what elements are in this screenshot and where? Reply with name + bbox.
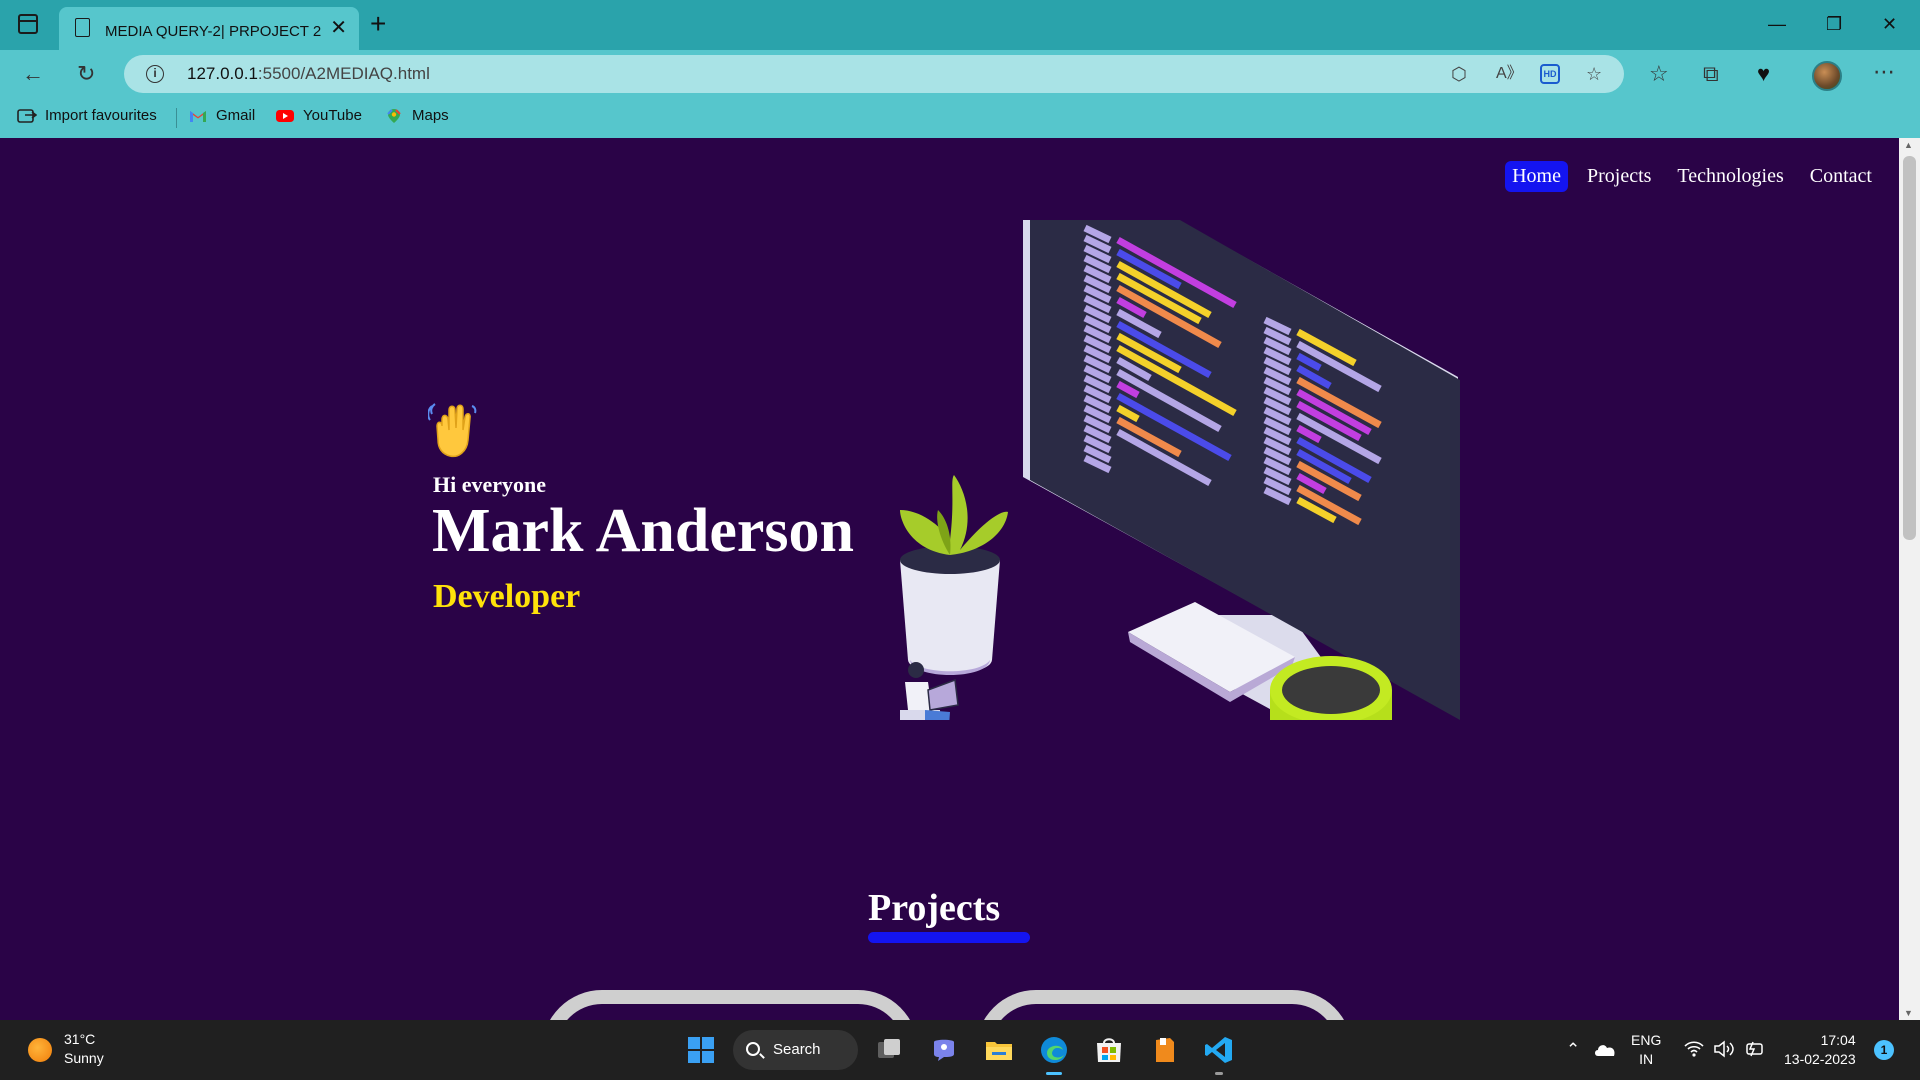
- minimize-icon[interactable]: —: [1768, 8, 1786, 40]
- project-card[interactable]: [976, 990, 1352, 1020]
- temperature: 31°C: [64, 1031, 96, 1047]
- site-nav: Home Projects Technologies Contact: [1505, 161, 1879, 192]
- browser-toolbar: ← ↻ i 127.0.0.1:5500/A2MEDIAQ.html ⬡ A》 …: [0, 50, 1920, 98]
- clock[interactable]: 17:04 13-02-2023: [1784, 1031, 1856, 1069]
- page-icon: [75, 18, 90, 37]
- microsoft-store-icon[interactable]: [1093, 1034, 1125, 1066]
- battery-charging-icon[interactable]: [1743, 1040, 1765, 1058]
- nav-projects[interactable]: Projects: [1580, 161, 1658, 192]
- vscode-icon[interactable]: [1203, 1034, 1235, 1066]
- tab-title: MEDIA QUERY-2| PRPOJECT 2: [105, 23, 322, 40]
- teams-chat-icon[interactable]: [928, 1034, 960, 1066]
- hero-role: Developer: [433, 578, 581, 615]
- new-tab-icon[interactable]: +: [370, 10, 386, 38]
- restore-icon[interactable]: ❐: [1826, 8, 1842, 40]
- close-tab-icon[interactable]: ✕: [330, 17, 347, 39]
- windows-start-icon[interactable]: [685, 1034, 717, 1066]
- project-card[interactable]: [542, 990, 918, 1020]
- projects-heading: Projects: [868, 887, 1001, 929]
- notification-badge[interactable]: 1: [1874, 1040, 1894, 1060]
- clock-date: 13-02-2023: [1784, 1051, 1856, 1067]
- windows-taskbar: 31°C Sunny Search ⌃ ENG IN 17:04 13-02-2…: [0, 1020, 1920, 1080]
- bookmark-youtube[interactable]: YouTube: [275, 98, 362, 134]
- search-icon: [746, 1042, 760, 1056]
- taskbar-search[interactable]: Search: [733, 1030, 858, 1070]
- running-app-indicator: [1215, 1072, 1223, 1075]
- office-app-icon[interactable]: [1148, 1034, 1180, 1066]
- more-options-icon[interactable]: ⋯: [1873, 59, 1895, 85]
- browser-tab[interactable]: MEDIA QUERY-2| PRPOJECT 2 ✕: [59, 7, 359, 50]
- weather-condition: Sunny: [64, 1050, 104, 1066]
- maps-icon: [387, 109, 401, 123]
- sun-icon[interactable]: [28, 1038, 52, 1062]
- bookmarks-divider: [176, 108, 177, 128]
- show-hidden-icons-icon[interactable]: ⌃: [1566, 1040, 1580, 1060]
- task-view-icon[interactable]: [873, 1034, 905, 1066]
- scroll-down-icon[interactable]: ▼: [1904, 1008, 1913, 1018]
- read-aloud-icon[interactable]: A》: [1496, 62, 1523, 86]
- bookmarks-bar: Import favourites Gmail YouTube Maps: [0, 98, 1920, 138]
- weather-widget[interactable]: 31°C Sunny: [64, 1030, 104, 1068]
- url-text[interactable]: 127.0.0.1:5500/A2MEDIAQ.html: [187, 55, 430, 93]
- hero-name: Mark Anderson: [432, 497, 854, 565]
- greeting-text: Hi everyone: [433, 472, 547, 497]
- tab-actions-icon[interactable]: [18, 14, 38, 34]
- bookmark-import-favourites[interactable]: Import favourites: [17, 98, 157, 134]
- nav-home[interactable]: Home: [1505, 161, 1568, 192]
- browser-titlebar: MEDIA QUERY-2| PRPOJECT 2 ✕ + — ❐ ✕: [0, 0, 1920, 50]
- bookmark-gmail[interactable]: Gmail: [188, 98, 255, 134]
- web-page: Home Projects Technologies Contact Hi ev…: [0, 138, 1899, 1020]
- site-info-icon[interactable]: i: [146, 65, 164, 83]
- edge-browser-icon[interactable]: [1038, 1034, 1070, 1066]
- waving-hand-icon: [428, 403, 477, 458]
- bookmark-maps[interactable]: Maps: [384, 98, 449, 134]
- browser-essentials-icon[interactable]: ♥: [1757, 61, 1770, 87]
- gmail-icon: [190, 111, 206, 122]
- hd-video-icon[interactable]: HD: [1540, 64, 1560, 84]
- address-bar[interactable]: i 127.0.0.1:5500/A2MEDIAQ.html ⬡ A》 HD ☆: [124, 55, 1624, 93]
- volume-icon[interactable]: [1713, 1040, 1735, 1058]
- nav-technologies[interactable]: Technologies: [1670, 161, 1790, 192]
- projects-underline: [868, 932, 1030, 943]
- clock-time: 17:04: [1820, 1032, 1856, 1048]
- onedrive-icon[interactable]: [1593, 1040, 1617, 1058]
- favourites-icon[interactable]: ☆: [1649, 61, 1669, 87]
- close-window-icon[interactable]: ✕: [1882, 8, 1897, 40]
- youtube-icon: [276, 110, 294, 122]
- scroll-up-icon[interactable]: ▲: [1904, 140, 1913, 150]
- nav-contact[interactable]: Contact: [1803, 161, 1879, 192]
- active-app-indicator: [1046, 1072, 1062, 1075]
- file-explorer-icon[interactable]: [983, 1034, 1015, 1066]
- shopping-tag-icon[interactable]: ⬡: [1451, 62, 1467, 86]
- developer-illustration: [900, 220, 1460, 720]
- import-favourites-icon: [17, 109, 37, 123]
- refresh-icon[interactable]: ↻: [77, 61, 95, 87]
- profile-avatar[interactable]: [1812, 61, 1842, 91]
- language-indicator[interactable]: ENG IN: [1631, 1031, 1661, 1069]
- page-scrollbar[interactable]: ▲ ▼: [1899, 138, 1920, 1020]
- wifi-icon[interactable]: [1684, 1040, 1704, 1058]
- collections-icon[interactable]: ⧉: [1703, 61, 1719, 87]
- add-favourite-icon[interactable]: ☆: [1586, 62, 1602, 86]
- scroll-thumb[interactable]: [1903, 156, 1916, 540]
- back-icon[interactable]: ←: [22, 61, 44, 87]
